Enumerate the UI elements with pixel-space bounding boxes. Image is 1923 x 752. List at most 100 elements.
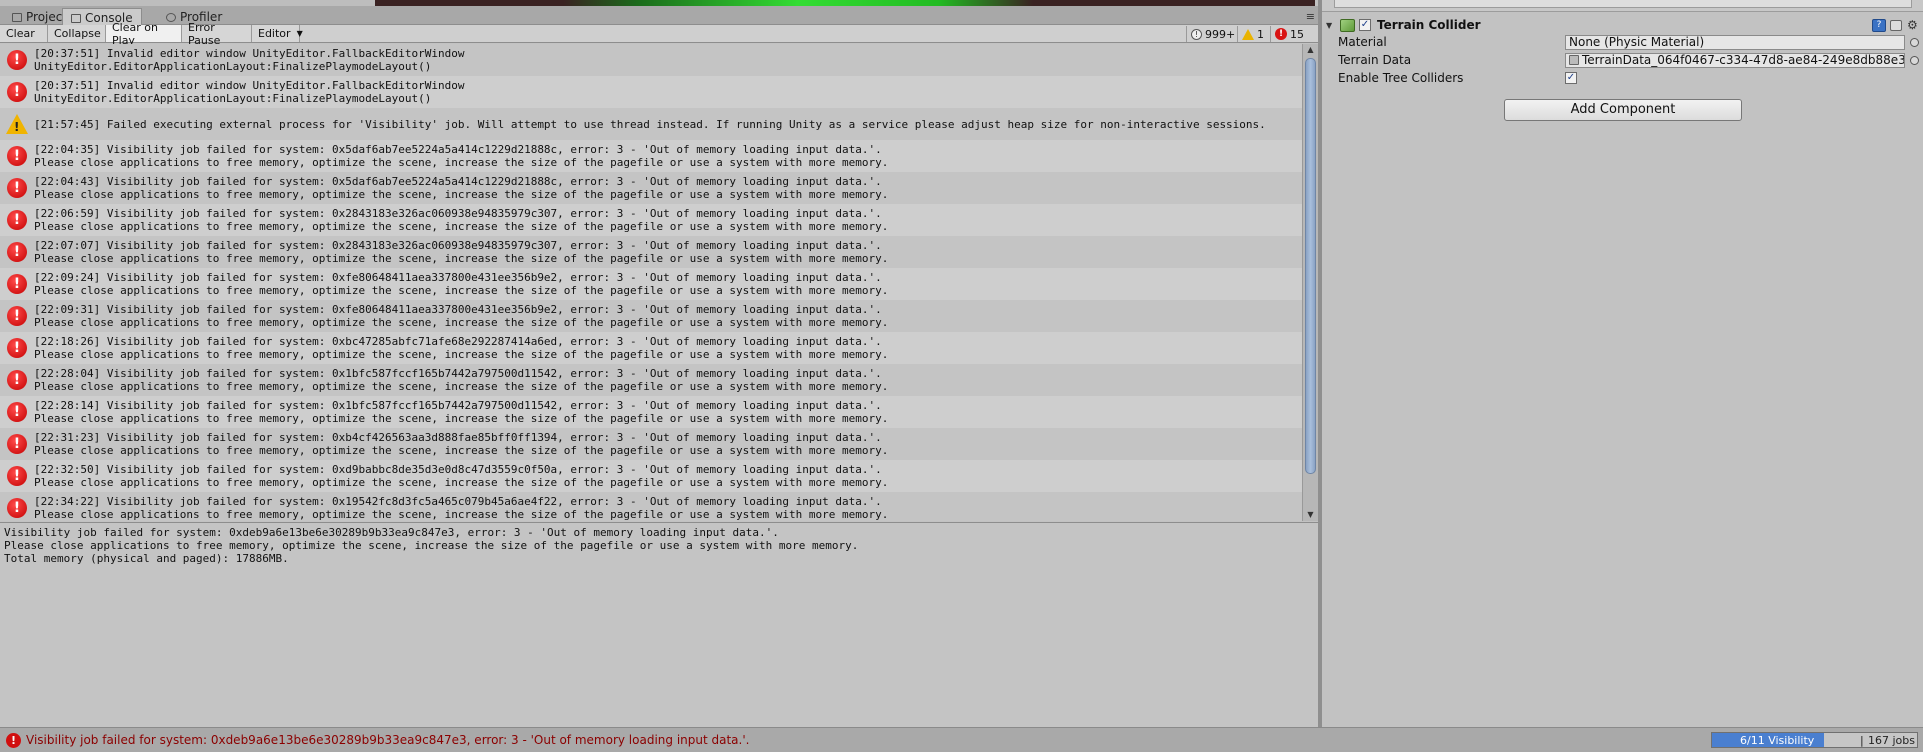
log-entry-line: [22:18:26] Visibility job failed for sys…: [34, 335, 882, 348]
log-entry[interactable]: ! [22:09:31] Visibility job failed for sy…: [0, 300, 1302, 332]
error-pause-button[interactable]: Error Pause: [182, 21, 252, 47]
log-entry[interactable]: ! [20:37:51] Invalid editor window UnityE…: [0, 44, 1302, 76]
log-entry-icon-area: !: [0, 364, 34, 396]
add-component-button[interactable]: Add Component: [1504, 99, 1742, 121]
error-icon: !: [6, 732, 21, 748]
detail-line: Visibility job failed for system: 0xdeb9…: [4, 526, 779, 539]
error-icon: !: [7, 274, 27, 294]
material-label: Material: [1338, 35, 1387, 49]
terrain-data-field[interactable]: TerrainData_064f0467-c334-47d8-ae84-249e…: [1565, 52, 1905, 68]
log-scrollbar[interactable]: ▲ ▼: [1302, 44, 1318, 521]
editor-dropdown[interactable]: Editor ▼: [252, 25, 303, 42]
log-entry[interactable]: ! [22:06:59] Visibility job failed for sy…: [0, 204, 1302, 236]
log-entry[interactable]: ! [22:04:43] Visibility job failed for sy…: [0, 172, 1302, 204]
log-entry-icon-area: !: [0, 204, 34, 236]
scroll-up-icon[interactable]: ▲: [1303, 44, 1318, 56]
error-count-toggle[interactable]: ! 15: [1270, 26, 1308, 42]
log-entry[interactable]: ! [22:18:26] Visibility job failed for sy…: [0, 332, 1302, 364]
log-entry-icon-area: !: [0, 76, 34, 108]
log-entry-icon-area: !: [0, 44, 34, 76]
tree-colliders-checkbox[interactable]: ✓: [1565, 72, 1577, 84]
error-icon: !: [7, 402, 27, 422]
log-entry-line: [22:31:23] Visibility job failed for sys…: [34, 431, 882, 444]
clear-button[interactable]: Clear: [0, 25, 48, 42]
log-entry[interactable]: ! [20:37:51] Invalid editor window UnityE…: [0, 76, 1302, 108]
error-icon: !: [7, 370, 27, 390]
log-entry-text: [22:09:24] Visibility job failed for sys…: [34, 271, 888, 297]
warning-icon: !: [6, 114, 28, 134]
collapse-button[interactable]: Collapse: [48, 25, 106, 42]
log-count: 999+: [1205, 27, 1236, 41]
tree-colliders-row: Enable Tree Colliders ✓: [1322, 69, 1923, 87]
log-entry-line: Please close applications to free memory…: [34, 220, 889, 233]
log-entry-line: [22:06:59] Visibility job failed for sys…: [34, 207, 882, 220]
progress-jobs: 167 jobs: [1868, 734, 1915, 747]
status-bar[interactable]: ! Visibility job failed for system: 0xde…: [0, 727, 1923, 752]
log-entry-line: [22:34:22] Visibility job failed for sys…: [34, 495, 882, 508]
log-entry[interactable]: ! [22:28:04] Visibility job failed for sy…: [0, 364, 1302, 396]
log-entry[interactable]: ! [22:09:24] Visibility job failed for sy…: [0, 268, 1302, 300]
component-enabled-checkbox[interactable]: ✓: [1359, 19, 1371, 31]
terrain-collider-header[interactable]: ▼ ✓ Terrain Collider ? ⚙: [1322, 16, 1923, 34]
log-entry-line: Please close applications to free memory…: [34, 444, 889, 457]
log-list[interactable]: ! [20:37:51] Invalid editor window UnityE…: [0, 44, 1302, 521]
log-entry-icon-area: !: [0, 492, 34, 521]
log-entry-text: [22:18:26] Visibility job failed for sys…: [34, 335, 888, 361]
console-toolbar: Clear Collapse Clear on Play Error Pause…: [0, 21, 1318, 47]
log-entry-icon-area: !: [0, 300, 34, 332]
log-entry-icon-area: !: [0, 236, 34, 268]
inspector-top-field: [1334, 0, 1912, 8]
log-entry-icon-area: !: [0, 268, 34, 300]
warning-count-toggle[interactable]: 1: [1237, 26, 1268, 42]
clear-on-play-button[interactable]: Clear on Play: [106, 21, 182, 47]
scroll-down-icon[interactable]: ▼: [1303, 509, 1318, 521]
log-entry-line: [22:09:31] Visibility job failed for sys…: [34, 303, 882, 316]
log-entry-line: Please close applications to free memory…: [34, 252, 889, 265]
log-detail-pane[interactable]: Visibility job failed for system: 0xdeb9…: [0, 522, 1318, 727]
terrain-data-label: Terrain Data: [1338, 53, 1412, 67]
help-icon[interactable]: ?: [1872, 19, 1886, 32]
log-entry[interactable]: ! [22:28:14] Visibility job failed for sy…: [0, 396, 1302, 428]
log-entry-text: [22:06:59] Visibility job failed for sys…: [34, 207, 888, 233]
log-entry-text: [22:09:31] Visibility job failed for sys…: [34, 303, 888, 329]
log-entry-icon-area: !: [0, 332, 34, 364]
chevron-down-icon: ▼: [296, 29, 303, 38]
tree-colliders-label: Enable Tree Colliders: [1338, 71, 1464, 85]
terrain-data-icon: [1569, 55, 1579, 65]
error-icon: !: [7, 466, 27, 486]
log-entry[interactable]: ! [22:31:23] Visibility job failed for sy…: [0, 428, 1302, 460]
material-field[interactable]: None (Physic Material): [1565, 34, 1905, 50]
gear-icon[interactable]: ⚙: [1907, 18, 1918, 32]
progress-label: 6/11 Visibility: [1740, 734, 1815, 747]
detail-line: Please close applications to free memory…: [4, 539, 859, 552]
log-entry-line: [22:04:43] Visibility job failed for sys…: [34, 175, 882, 188]
log-entry[interactable]: ! [22:07:07] Visibility job failed for sy…: [0, 236, 1302, 268]
log-entry[interactable]: ! [21:57:45] Failed executing external pr…: [0, 108, 1302, 140]
log-entry-line: [22:28:14] Visibility job failed for sys…: [34, 399, 882, 412]
progress-bar[interactable]: 6/11 Visibility | 167 jobs: [1711, 732, 1918, 748]
error-icon: !: [7, 242, 27, 262]
log-entry-text: [22:32:50] Visibility job failed for sys…: [34, 463, 888, 489]
scroll-thumb[interactable]: [1305, 58, 1316, 474]
object-picker-icon[interactable]: [1910, 37, 1919, 47]
log-entry[interactable]: ! [22:32:50] Visibility job failed for sy…: [0, 460, 1302, 492]
log-entry[interactable]: ! [22:34:22] Visibility job failed for sy…: [0, 492, 1302, 521]
object-picker-icon[interactable]: [1910, 55, 1919, 65]
tab-menu-icon[interactable]: ≡: [1306, 10, 1315, 23]
log-count-toggle[interactable]: ! 999+: [1186, 26, 1239, 42]
log-entry-line: Please close applications to free memory…: [34, 412, 889, 425]
log-entry-icon-area: !: [0, 460, 34, 492]
log-entry-text: [22:04:43] Visibility job failed for sys…: [34, 175, 888, 201]
error-icon: !: [7, 178, 27, 198]
log-entry-line: [22:07:07] Visibility job failed for sys…: [34, 239, 882, 252]
log-entry-line: [22:09:24] Visibility job failed for sys…: [34, 271, 882, 284]
log-entry-text: [22:28:04] Visibility job failed for sys…: [34, 367, 888, 393]
error-icon: !: [1275, 28, 1287, 40]
material-row: Material None (Physic Material): [1322, 33, 1923, 51]
preset-icon[interactable]: [1890, 20, 1902, 31]
terrain-data-row: Terrain Data TerrainData_064f0467-c334-4…: [1322, 51, 1923, 69]
detail-line: Total memory (physical and paged): 17886…: [4, 552, 289, 565]
log-entry[interactable]: ! [22:04:35] Visibility job failed for sy…: [0, 140, 1302, 172]
console-panel: Project Console Profiler ≡ Clear Collaps…: [0, 0, 1318, 727]
foldout-icon[interactable]: ▼: [1326, 21, 1336, 30]
